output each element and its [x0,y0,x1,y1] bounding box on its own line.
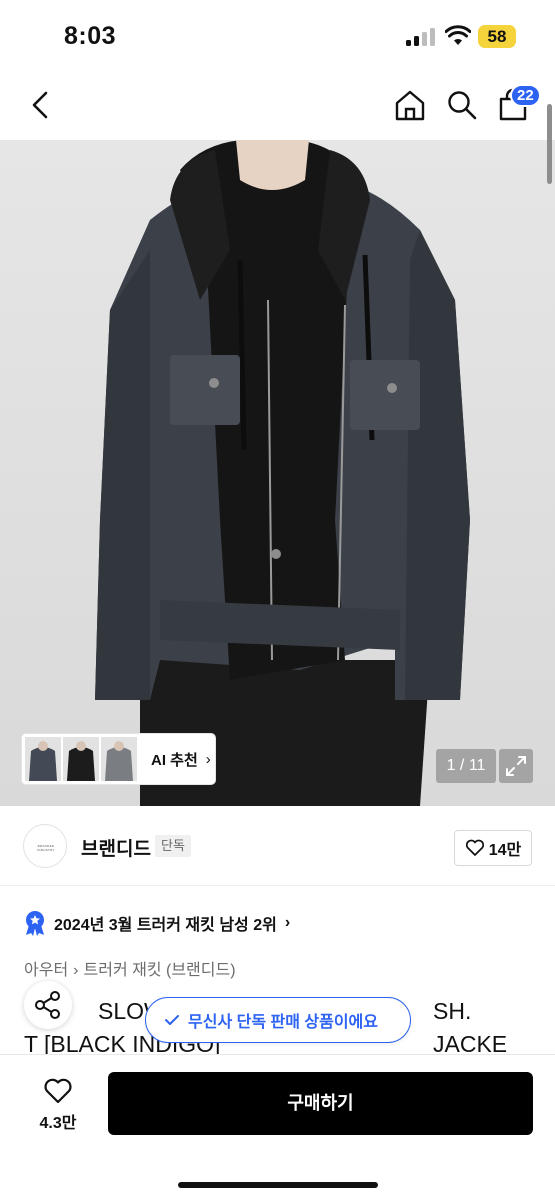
breadcrumb: 아우터 › 트러커 재킷 (브랜디드) [24,956,236,980]
search-icon[interactable] [446,88,478,122]
bottom-action-bar: 4.3만 구매하기 [0,1054,555,1200]
wifi-icon [445,25,471,45]
ranking-text: 2024년 3월 트러커 재킷 남성 2위 [54,917,277,934]
cart-count-badge: 22 [510,84,541,107]
expand-icon [506,756,526,776]
ai-thumbnail [25,737,61,781]
status-time: 8:03 [64,22,117,50]
share-button[interactable] [24,981,72,1029]
chevron-right-icon: › [284,914,291,931]
brand-row[interactable]: BRANDED INDUSTRY 브랜디드 단독 14만 [0,806,555,886]
breadcrumb-subcategory[interactable]: 트러커 재킷 (브랜디드) [84,956,236,980]
ai-recommendation-button[interactable]: AI 추천 › [22,734,215,784]
heart-icon [465,839,484,856]
heart-icon [44,1078,72,1104]
expand-image-button[interactable] [499,749,533,783]
battery-indicator: 58 [478,25,516,48]
home-indicator[interactable] [178,1182,378,1188]
brand-like-button[interactable]: 14만 [454,830,532,866]
nav-bar [0,72,555,140]
back-icon[interactable] [26,88,56,122]
brand-name[interactable]: 브랜디드 [81,834,151,861]
product-like-count: 4.3만 [39,1115,77,1132]
page-scrollbar[interactable] [547,104,552,184]
chevron-right-icon: › [205,750,211,768]
ai-recommendation-label: AI 추천 [151,751,198,769]
exclusive-tag: 단독 [155,835,191,857]
ai-thumbnail [101,737,137,781]
share-icon [35,991,60,1019]
image-page-counter: 1 / 11 [436,749,496,783]
brand-like-count: 14만 [488,842,522,859]
breadcrumb-category[interactable]: 아우터 [24,956,68,980]
ranking-badge-icon [26,911,44,936]
product-photo [95,140,470,806]
status-bar: 8:03 58 [0,0,555,72]
check-icon [165,1015,179,1025]
brand-logo: BRANDED INDUSTRY [23,824,67,868]
chevron-right-icon: › [73,962,79,979]
cellular-signal-icon [406,28,436,46]
exclusive-toast: 무신사 단독 판매 상품이에요 [145,997,411,1043]
product-image-gallery[interactable] [0,140,555,806]
buy-button[interactable]: 구매하기 [108,1072,533,1135]
ranking-link[interactable]: 2024년 3월 트러커 재킷 남성 2위 › [24,908,290,938]
ai-thumbnail [63,737,99,781]
product-title-line1-end: SH. JACKE [433,998,508,1057]
product-like-button[interactable]: 4.3만 [22,1075,94,1135]
home-icon[interactable] [393,88,427,122]
toast-text: 무신사 단독 판매 상품이에요 [188,1014,378,1031]
